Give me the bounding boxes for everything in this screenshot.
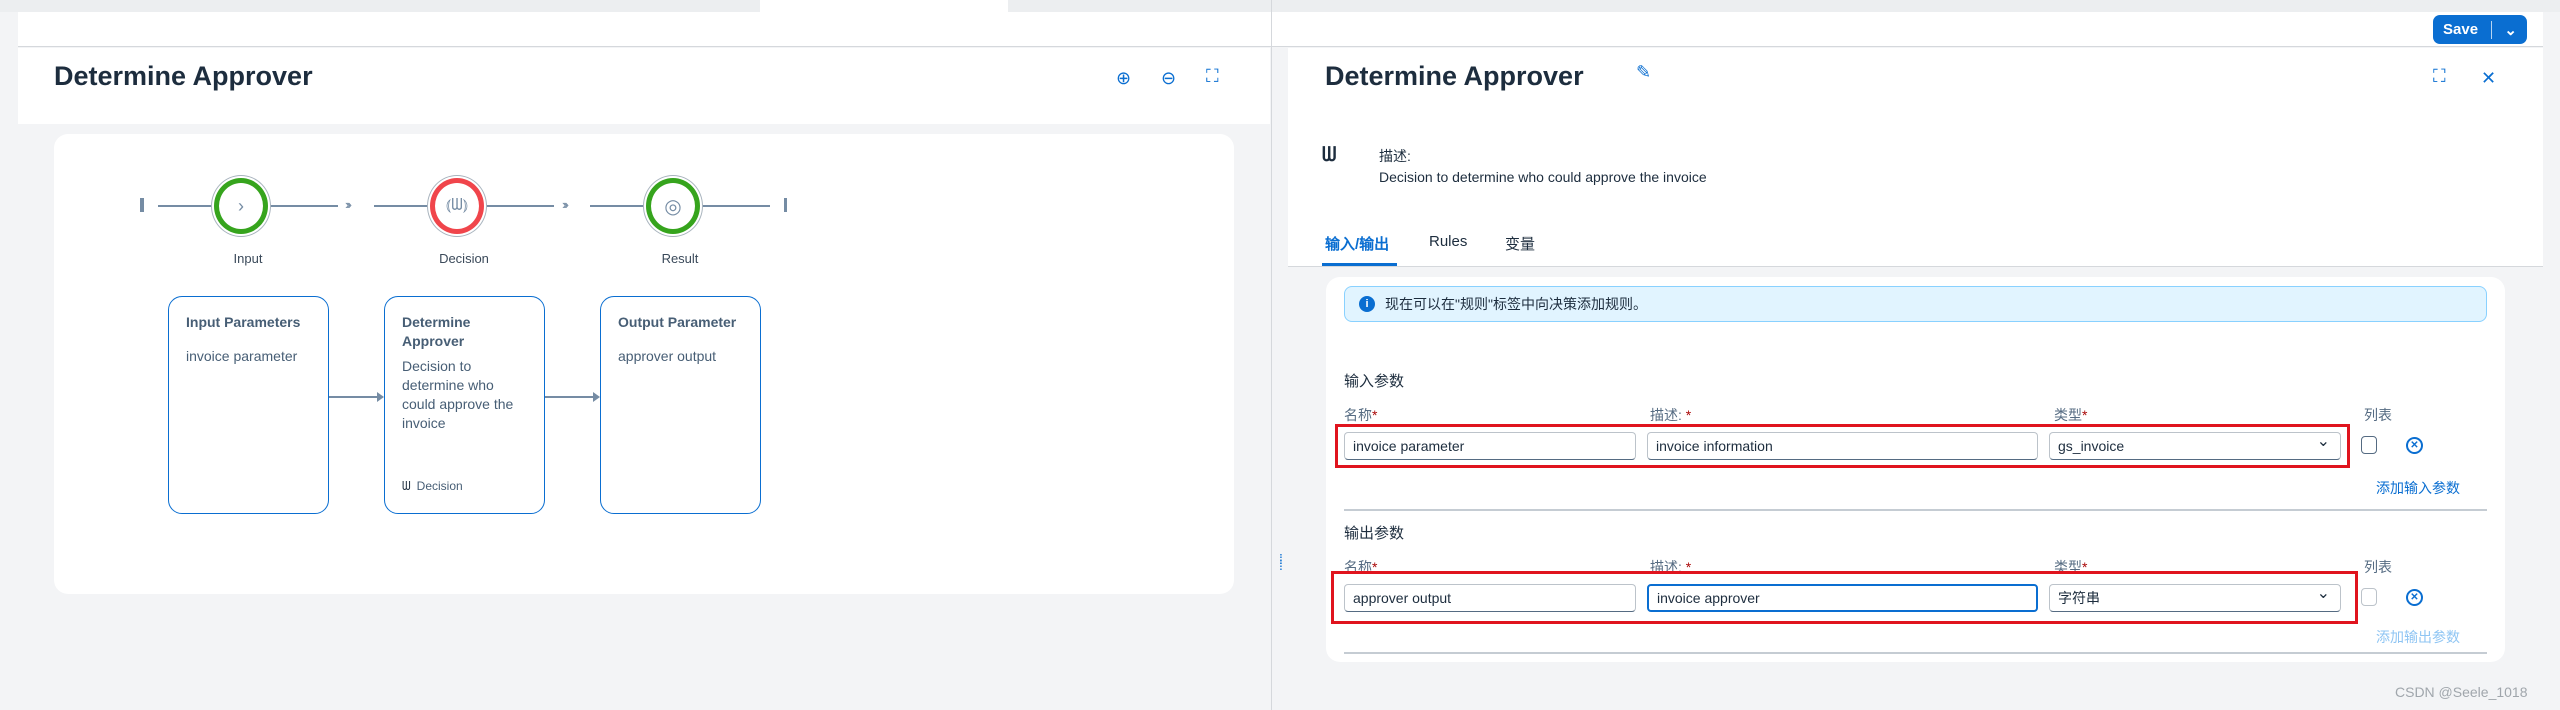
desc-label: 描述: * — [1650, 407, 1692, 423]
details-title: Determine Approver — [1325, 61, 1584, 91]
decision-icon: ⦅ᗯ⦆ — [445, 197, 469, 214]
save-label: Save — [2443, 21, 2479, 38]
flow-node-input[interactable]: › — [214, 178, 268, 234]
active-tab-indicator — [1322, 263, 1397, 266]
save-button[interactable]: Save ⌄ — [2433, 15, 2527, 44]
zoom-out-icon[interactable]: ⊖ — [1161, 68, 1176, 89]
add-output-parameter-link[interactable]: 添加输出参数 — [2376, 627, 2460, 647]
add-input-parameter-link[interactable]: 添加输入参数 — [2376, 478, 2460, 498]
arrow — [545, 392, 600, 402]
description-text: Decision to determine who could approve … — [1379, 169, 1707, 185]
description-label: 描述: — [1379, 148, 1411, 164]
flow-end-marker — [784, 198, 787, 212]
select-value: gs_invoice — [2058, 438, 2125, 454]
edit-pencil-icon[interactable]: ✎ — [1636, 62, 1651, 83]
info-text: 现在可以在"规则"标签中向决策添加规则。 — [1385, 296, 1647, 312]
connector — [158, 205, 214, 207]
list-label: 列表 — [2364, 559, 2392, 575]
box-body: approver output — [618, 348, 717, 364]
chevron-down-icon[interactable]: ⌄ — [2504, 21, 2517, 39]
output-type-select[interactable]: 字符串 — [2049, 581, 2341, 612]
output-parameter-box[interactable]: Output Parameter approver output — [600, 296, 761, 514]
remove-input-icon[interactable]: ✕ — [2406, 437, 2423, 454]
browser-tab-strip — [0, 0, 2560, 12]
info-message: i 现在可以在"规则"标签中向决策添加规则。 — [1344, 286, 2487, 322]
page-title: Determine Approver — [54, 61, 313, 91]
connector — [268, 205, 338, 207]
divider — [1344, 509, 2487, 511]
flow-label: Result — [661, 251, 699, 266]
tab-io[interactable]: 输入/输出 — [1325, 233, 1389, 254]
arrow — [329, 392, 384, 402]
tab-variables[interactable]: 变量 — [1505, 233, 1535, 254]
top-toolbar — [18, 12, 2543, 47]
target-icon: ◎ — [664, 195, 682, 218]
info-icon: i — [1359, 296, 1375, 312]
box-title: Input Parameters — [186, 314, 301, 330]
input-list-checkbox[interactable] — [2361, 436, 2377, 454]
input-section-title: 输入参数 — [1344, 373, 1405, 390]
list-label: 列表 — [2364, 407, 2392, 423]
input-desc-field[interactable]: invoice information — [1647, 432, 2038, 460]
fullscreen-icon[interactable]: ⛶ — [2433, 66, 2446, 87]
fit-screen-icon[interactable]: ⛶ — [1206, 66, 1219, 87]
output-section-title: 输出参数 — [1344, 525, 1405, 542]
flow-node-decision[interactable]: ⦅ᗯ⦆ — [430, 178, 484, 234]
output-name-field[interactable]: approver output — [1344, 584, 1636, 612]
box-body: Decision to determine who could approve … — [402, 358, 514, 431]
connector — [700, 205, 770, 207]
flow-label: Input — [233, 251, 263, 266]
splitter[interactable] — [1271, 0, 1272, 710]
input-type-select[interactable]: gs_invoice — [2049, 429, 2341, 460]
box-title: Output Parameter — [618, 314, 737, 330]
watermark: CSDN @Seele_1018 — [2395, 684, 2528, 700]
remove-output-icon[interactable]: ✕ — [2406, 589, 2423, 606]
chevron-right-icon: › — [238, 195, 244, 216]
active-tab[interactable] — [760, 0, 1008, 12]
chevrons-icon: ››› — [345, 197, 352, 212]
output-list-checkbox[interactable] — [2361, 588, 2377, 606]
box-footer: Decision — [416, 479, 463, 493]
connector — [374, 205, 430, 207]
input-parameters-box[interactable]: Input Parameters invoice parameter — [168, 296, 329, 514]
tab-rules[interactable]: Rules — [1429, 233, 1467, 250]
output-desc-field[interactable]: invoice approver — [1647, 584, 2038, 612]
chevrons-icon: ››› — [562, 197, 569, 212]
select-value: 字符串 — [2058, 590, 2100, 606]
box-title: Determine Approver — [402, 314, 471, 349]
decision-box[interactable]: Determine Approver Decision to determine … — [384, 296, 545, 514]
connector — [590, 205, 646, 207]
zoom-in-icon[interactable]: ⊕ — [1116, 68, 1131, 89]
type-label: 类型* — [2054, 407, 2088, 423]
splitter-handle-icon[interactable]: ⁞ ⁞ — [1279, 552, 1285, 572]
close-icon[interactable]: ✕ — [2481, 68, 2496, 89]
flow-node-result[interactable]: ◎ — [646, 178, 700, 234]
decision-icon: ᗯ — [1322, 144, 1337, 166]
box-body: invoice parameter — [186, 348, 298, 364]
flow-start-marker — [140, 198, 144, 212]
divider — [1344, 652, 2487, 654]
input-name-field[interactable]: invoice parameter — [1344, 432, 1636, 460]
decision-icon: ᗯ — [402, 479, 411, 493]
name-label: 名称* — [1344, 407, 1378, 423]
connector — [484, 205, 554, 207]
flow-label: Decision — [439, 251, 489, 266]
